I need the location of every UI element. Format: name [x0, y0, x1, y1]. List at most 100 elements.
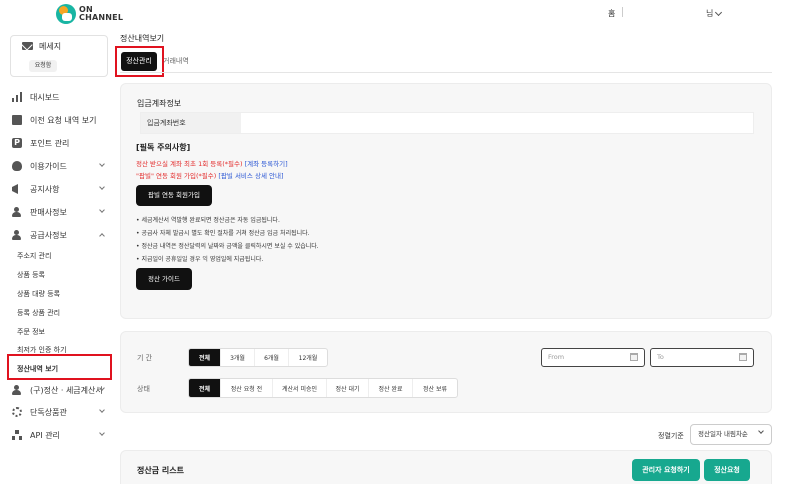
sidebar-sub-orders[interactable]: 주문 정보 — [17, 327, 45, 337]
chevron-down-icon — [715, 8, 723, 16]
home-link[interactable]: 홈 — [608, 8, 615, 19]
request-box-button[interactable]: 요청함 — [29, 60, 57, 72]
calendar-icon[interactable] — [630, 353, 638, 361]
chevron-up-icon — [99, 233, 105, 239]
user-gear-icon — [12, 230, 22, 240]
date-from-placeholder: From — [548, 353, 565, 361]
date-to-placeholder: To — [657, 353, 664, 361]
sidebar-item-seller-info[interactable]: 판매사정보 — [12, 205, 108, 219]
status-option-pending[interactable]: 정산 대기 — [327, 379, 369, 397]
sidebar-item-guide[interactable]: 이용가이드 — [12, 159, 108, 173]
tab-transaction-history[interactable]: 거래내역 — [163, 56, 189, 66]
status-option-complete[interactable]: 정산 완료 — [369, 379, 413, 397]
account-value — [243, 113, 249, 133]
user-gear-icon — [12, 385, 22, 395]
notice-required-text: "팝빌" 연동 회원 가입(*필수) — [136, 172, 217, 180]
sidebar-item-label: 이전 요청 내역 보기 — [30, 115, 97, 125]
sort-select[interactable]: 정산일자 내림차순 — [690, 424, 772, 445]
account-row: 입금계좌번호 — [140, 112, 754, 134]
chevron-down-icon — [99, 407, 105, 413]
sidebar-item-old-settlement[interactable]: (구)정산 · 세금계산서 — [12, 383, 108, 397]
sidebar-item-label: 대시보드 — [30, 92, 60, 102]
network-icon — [12, 430, 22, 440]
point-icon: P — [12, 138, 22, 148]
settlement-list-title: 정산금 리스트 — [137, 466, 184, 475]
sidebar-item-label: 판매사정보 — [30, 207, 67, 217]
notice-bullet: • 정산금 내역은 정산달력의 날짜와 금액을 클릭하시면 보실 수 있습니다. — [136, 243, 319, 250]
period-segment: 전체 3개월 6개월 12개월 — [188, 348, 328, 367]
sidebar-item-dashboard[interactable]: 대시보드 — [12, 90, 108, 104]
sidebar-item-exclusive[interactable]: 단독상품관 — [12, 405, 108, 419]
settlement-request-button[interactable]: 정산요청 — [704, 459, 750, 481]
account-label: 입금계좌번호 — [141, 113, 241, 133]
page-title: 정산내역보기 — [120, 34, 165, 43]
document-icon — [12, 115, 22, 125]
popbill-detail-link[interactable]: [팝빌 서비스 상세 안내] — [218, 172, 283, 180]
calendar-icon[interactable] — [739, 353, 747, 361]
status-option-invoice-unapproved[interactable]: 계산서 미승인 — [273, 379, 327, 397]
deposit-title: 입금계좌정보 — [137, 99, 182, 108]
notice-bullet: • 세금계산서 역발행 완료되면 정산금은 자동 입금됩니다. — [136, 217, 280, 224]
tab-divider — [120, 72, 772, 73]
period-option-6m[interactable]: 6개월 — [255, 349, 289, 366]
chevron-down-icon — [99, 184, 105, 190]
status-label: 상태 — [137, 385, 150, 393]
status-option-hold[interactable]: 정산 보류 — [413, 379, 457, 397]
notice-required-text: 정산 받으실 계좌 최초 1회 등록(*필수) — [136, 160, 243, 168]
sidebar-item-label: 단독상품관 — [30, 407, 67, 417]
notice-bullet: • 공급사 자체 발급시 별도 확인 절차를 거쳐 정산금 입금 처리됩니다. — [136, 230, 310, 237]
sidebar-item-label: 공급사정보 — [30, 230, 67, 240]
user-menu[interactable]: 님 — [706, 8, 723, 19]
message-label: 메세지 — [39, 42, 62, 51]
status-option-all[interactable]: 전체 — [189, 379, 221, 397]
notice-line-account: 정산 받으실 계좌 최초 1회 등록(*필수) [계좌 등록하기] — [136, 158, 288, 168]
popbill-signup-button[interactable]: 팝빌 연동 회원가입 — [136, 185, 212, 206]
megaphone-icon — [12, 184, 18, 194]
sidebar-sub-address[interactable]: 주소지 관리 — [17, 251, 51, 261]
sort-value: 정산일자 내림차순 — [698, 430, 748, 438]
logo-line-2: CHANNEL — [79, 13, 124, 22]
notice-title: [필독 주의사항] — [136, 143, 191, 152]
period-option-12m[interactable]: 12개월 — [289, 349, 327, 366]
sidebar-item-points[interactable]: P 포인트 관리 — [12, 136, 108, 150]
sidebar-item-supplier-info[interactable]: 공급사정보 — [12, 228, 108, 242]
sidebar-item-label: 이용가이드 — [30, 161, 67, 171]
sidebar-item-notices[interactable]: 공지사항 — [12, 182, 108, 196]
date-to-input[interactable]: To — [650, 348, 754, 367]
envelope-icon — [22, 42, 33, 50]
sidebar-item-label: API 관리 — [30, 430, 60, 440]
header-divider — [622, 7, 623, 17]
period-option-all[interactable]: 전체 — [189, 349, 221, 366]
period-option-3m[interactable]: 3개월 — [221, 349, 255, 366]
chevron-down-icon — [99, 161, 105, 167]
sort-label: 정렬기준 — [658, 432, 684, 440]
settlement-guide-button[interactable]: 정산 가이드 — [136, 268, 192, 290]
chevron-down-icon — [758, 428, 764, 434]
sidebar-sub-product-manage[interactable]: 등록 상품 관리 — [17, 308, 60, 318]
sidebar-item-api[interactable]: API 관리 — [12, 428, 108, 442]
register-account-link[interactable]: [계좌 등록하기] — [245, 160, 288, 168]
onchannel-logo[interactable]: ON CHANNEL — [56, 4, 123, 24]
sidebar-item-label: 공지사항 — [30, 184, 60, 194]
gear-icon — [12, 407, 22, 417]
status-option-before-request[interactable]: 정산 요청 전 — [221, 379, 273, 397]
sidebar-sub-product-register[interactable]: 상품 등록 — [17, 270, 45, 280]
notice-line-popbill: "팝빌" 연동 회원 가입(*필수) [팝빌 서비스 상세 안내] — [136, 170, 283, 180]
top-header: ON CHANNEL 홈 님 — [0, 0, 785, 30]
sidebar-sub-bulk-register[interactable]: 상품 대량 등록 — [17, 289, 60, 299]
date-from-input[interactable]: From — [541, 348, 645, 367]
sidebar-item-label: (구)정산 · 세금계산서 — [30, 385, 103, 395]
lightbulb-icon — [12, 161, 22, 171]
sidebar-item-label: 포인트 관리 — [30, 138, 70, 148]
notice-bullet: • 지급일이 공휴일일 경우 익 영업일에 지급됩니다. — [136, 256, 264, 263]
highlight-box — [7, 354, 112, 380]
user-gear-icon — [12, 207, 22, 217]
bar-chart-icon — [12, 92, 22, 102]
status-segment: 전체 정산 요청 전 계산서 미승인 정산 대기 정산 완료 정산 보류 — [188, 378, 458, 398]
sidebar-item-previous-requests[interactable]: 이전 요청 내역 보기 — [12, 113, 108, 127]
message-box[interactable]: 메세지 요청함 — [10, 35, 108, 77]
chevron-down-icon — [99, 207, 105, 213]
user-name: 님 — [706, 9, 714, 18]
admin-request-button[interactable]: 관리자 요청하기 — [632, 459, 700, 481]
period-label: 기 간 — [137, 354, 153, 362]
